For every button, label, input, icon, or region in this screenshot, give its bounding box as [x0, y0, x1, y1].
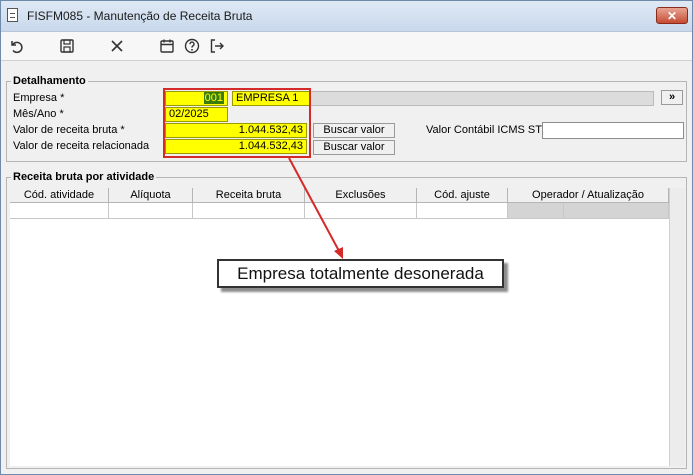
annotation-arrow [288, 157, 343, 259]
window: FISFM085 - Manutenção de Receita Bruta ✕… [0, 0, 693, 475]
annotation-callout: Empresa totalmente desonerada [217, 259, 504, 288]
